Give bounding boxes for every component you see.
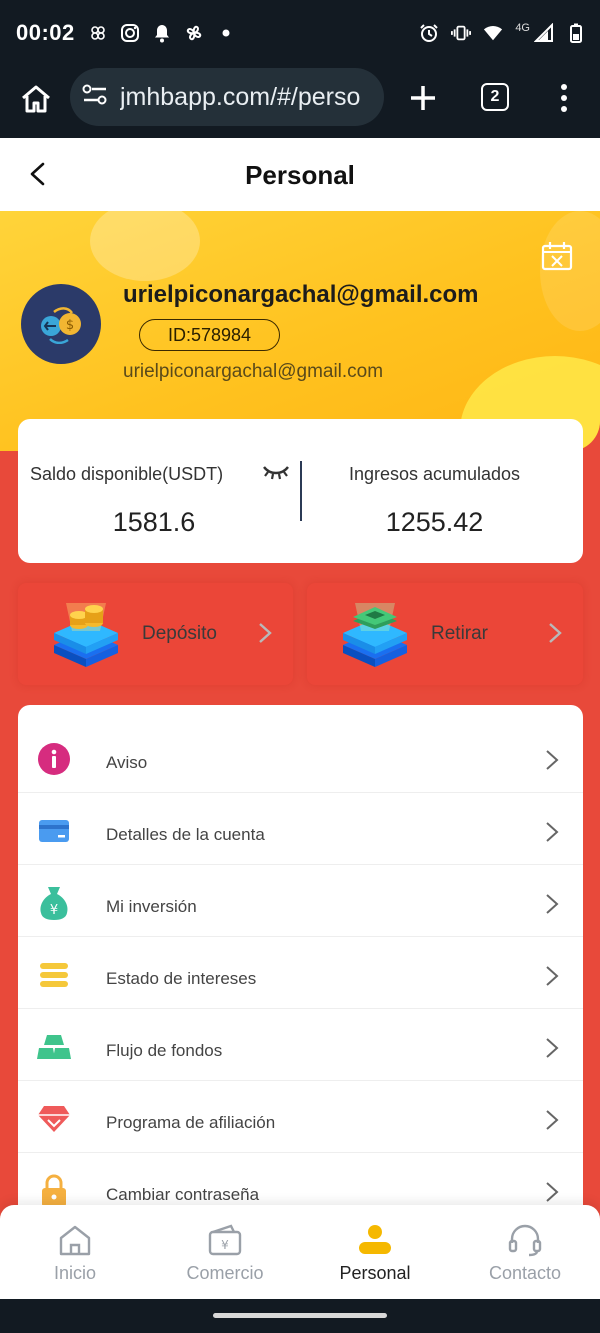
pinwheel-icon xyxy=(88,23,108,43)
vibrate-icon xyxy=(451,23,472,43)
hide-balance-icon[interactable] xyxy=(262,463,290,481)
user-id-badge: ID:578984 xyxy=(139,319,280,351)
withdraw-label: Retirar xyxy=(431,623,489,644)
browser-menu-button[interactable] xyxy=(552,80,576,116)
available-balance-label: Saldo disponible(USDT) xyxy=(30,464,224,484)
alarm-icon xyxy=(419,23,439,43)
lock-icon xyxy=(36,1173,72,1209)
menu-item-aviso[interactable]: Aviso xyxy=(18,721,583,793)
svg-text:$: $ xyxy=(66,318,74,333)
chevron-right-icon xyxy=(546,1110,559,1130)
new-tab-button[interactable] xyxy=(406,81,440,115)
status-time: 00:02 xyxy=(16,20,75,45)
menu-item-label: Mi inversión xyxy=(106,897,197,916)
wifi-icon xyxy=(483,23,503,43)
deposit-label: Depósito xyxy=(142,623,217,644)
svg-text:¥: ¥ xyxy=(50,903,58,918)
site-settings-icon[interactable] xyxy=(82,83,108,112)
nav-comercio[interactable]: ¥ Comercio xyxy=(150,1205,300,1299)
diamond-icon xyxy=(36,1101,72,1137)
withdraw-button[interactable]: Retirar xyxy=(307,583,583,685)
battery-icon xyxy=(566,23,586,43)
browser-home-button[interactable] xyxy=(18,81,54,117)
gold-bars-icon xyxy=(36,1029,72,1065)
deposit-coins-icon xyxy=(54,603,118,667)
money-bag-icon: ¥ xyxy=(36,885,72,921)
nav-inicio[interactable]: Inicio xyxy=(0,1205,150,1299)
chevron-right-icon xyxy=(546,894,559,914)
menu-list: Aviso Detalles de la cuenta ¥ Mi inversi… xyxy=(18,705,583,1225)
url-text: jmhbapp.com/#/perso xyxy=(120,82,361,111)
nav-label: Personal xyxy=(339,1263,411,1283)
accumulated-income-label: Ingresos acumulados xyxy=(348,464,521,484)
stack-icon xyxy=(36,957,72,993)
notification-icons xyxy=(88,20,236,46)
status-bar: 00:02 4G xyxy=(0,0,600,64)
avatar: $ xyxy=(21,284,101,364)
chevron-right-icon xyxy=(546,966,559,986)
balance-card: Saldo disponible(USDT) 1581.6 Ingresos a… xyxy=(18,419,583,563)
dot-icon xyxy=(216,23,236,43)
wallet-icon: ¥ xyxy=(208,1224,242,1256)
menu-item-label: Estado de intereses xyxy=(106,969,257,988)
browser-toolbar: jmhbapp.com/#/perso 2 xyxy=(0,64,600,138)
page-title: Personal xyxy=(245,160,355,190)
chevron-right-icon xyxy=(546,822,559,842)
network-type: 4G xyxy=(515,22,530,34)
bottom-nav: Inicio ¥ Comercio Personal Contacto xyxy=(0,1205,600,1299)
withdraw-cash-icon xyxy=(343,603,407,667)
nav-label: Inicio xyxy=(53,1263,97,1283)
nav-label: Contacto xyxy=(488,1263,562,1283)
tab-switcher-button[interactable]: 2 xyxy=(481,83,509,111)
headset-icon xyxy=(508,1224,542,1257)
menu-item-label: Cambiar contraseña xyxy=(106,1185,260,1204)
chevron-right-icon xyxy=(549,623,562,643)
home-icon xyxy=(59,1225,91,1256)
card-icon xyxy=(36,813,72,849)
menu-item-investment[interactable]: ¥ Mi inversión xyxy=(18,865,583,937)
system-icons: 4G xyxy=(419,20,586,46)
nav-label: Comercio xyxy=(186,1263,264,1283)
user-name: urielpiconargachal@gmail.com xyxy=(123,281,479,308)
nav-personal[interactable]: Personal xyxy=(300,1205,450,1299)
menu-item-account-details[interactable]: Detalles de la cuenta xyxy=(18,793,583,865)
chevron-right-icon xyxy=(546,750,559,770)
available-balance-value: 1581.6 xyxy=(112,507,196,537)
nav-contacto[interactable]: Contacto xyxy=(450,1205,600,1299)
accumulated-income-value: 1255.42 xyxy=(385,507,484,537)
chevron-right-icon xyxy=(546,1182,559,1202)
menu-item-label: Programa de afiliación xyxy=(106,1113,276,1132)
signal-icon xyxy=(534,23,554,43)
bell-icon xyxy=(152,23,172,43)
menu-item-label: Flujo de fondos xyxy=(106,1041,223,1060)
profile-header: $ urielpiconargachal@gmail.com ID:578984… xyxy=(0,211,600,451)
instagram-icon xyxy=(120,23,140,43)
chevron-right-icon xyxy=(546,1038,559,1058)
menu-item-affiliate-program[interactable]: Programa de afiliación xyxy=(18,1081,583,1153)
menu-item-label: Detalles de la cuenta xyxy=(106,825,265,844)
fan-icon xyxy=(184,23,204,43)
menu-item-label: Aviso xyxy=(106,753,148,772)
exchange-icon: $ xyxy=(41,307,81,344)
person-icon xyxy=(359,1225,391,1254)
menu-item-fund-flow[interactable]: Flujo de fondos xyxy=(18,1009,583,1081)
calendar-icon[interactable] xyxy=(541,241,573,271)
address-bar[interactable]: jmhbapp.com/#/perso xyxy=(70,68,384,126)
home-gesture-bar[interactable] xyxy=(213,1313,387,1318)
deposit-button[interactable]: Depósito xyxy=(18,583,293,685)
chevron-right-icon xyxy=(259,623,272,643)
svg-text:¥: ¥ xyxy=(221,1238,229,1252)
page-header: Personal xyxy=(0,138,600,211)
user-email: urielpiconargachal@gmail.com xyxy=(123,361,384,382)
gesture-area xyxy=(0,1299,600,1333)
balance-divider xyxy=(300,461,302,521)
menu-item-interest-status[interactable]: Estado de intereses xyxy=(18,937,583,1009)
info-icon xyxy=(36,741,72,777)
